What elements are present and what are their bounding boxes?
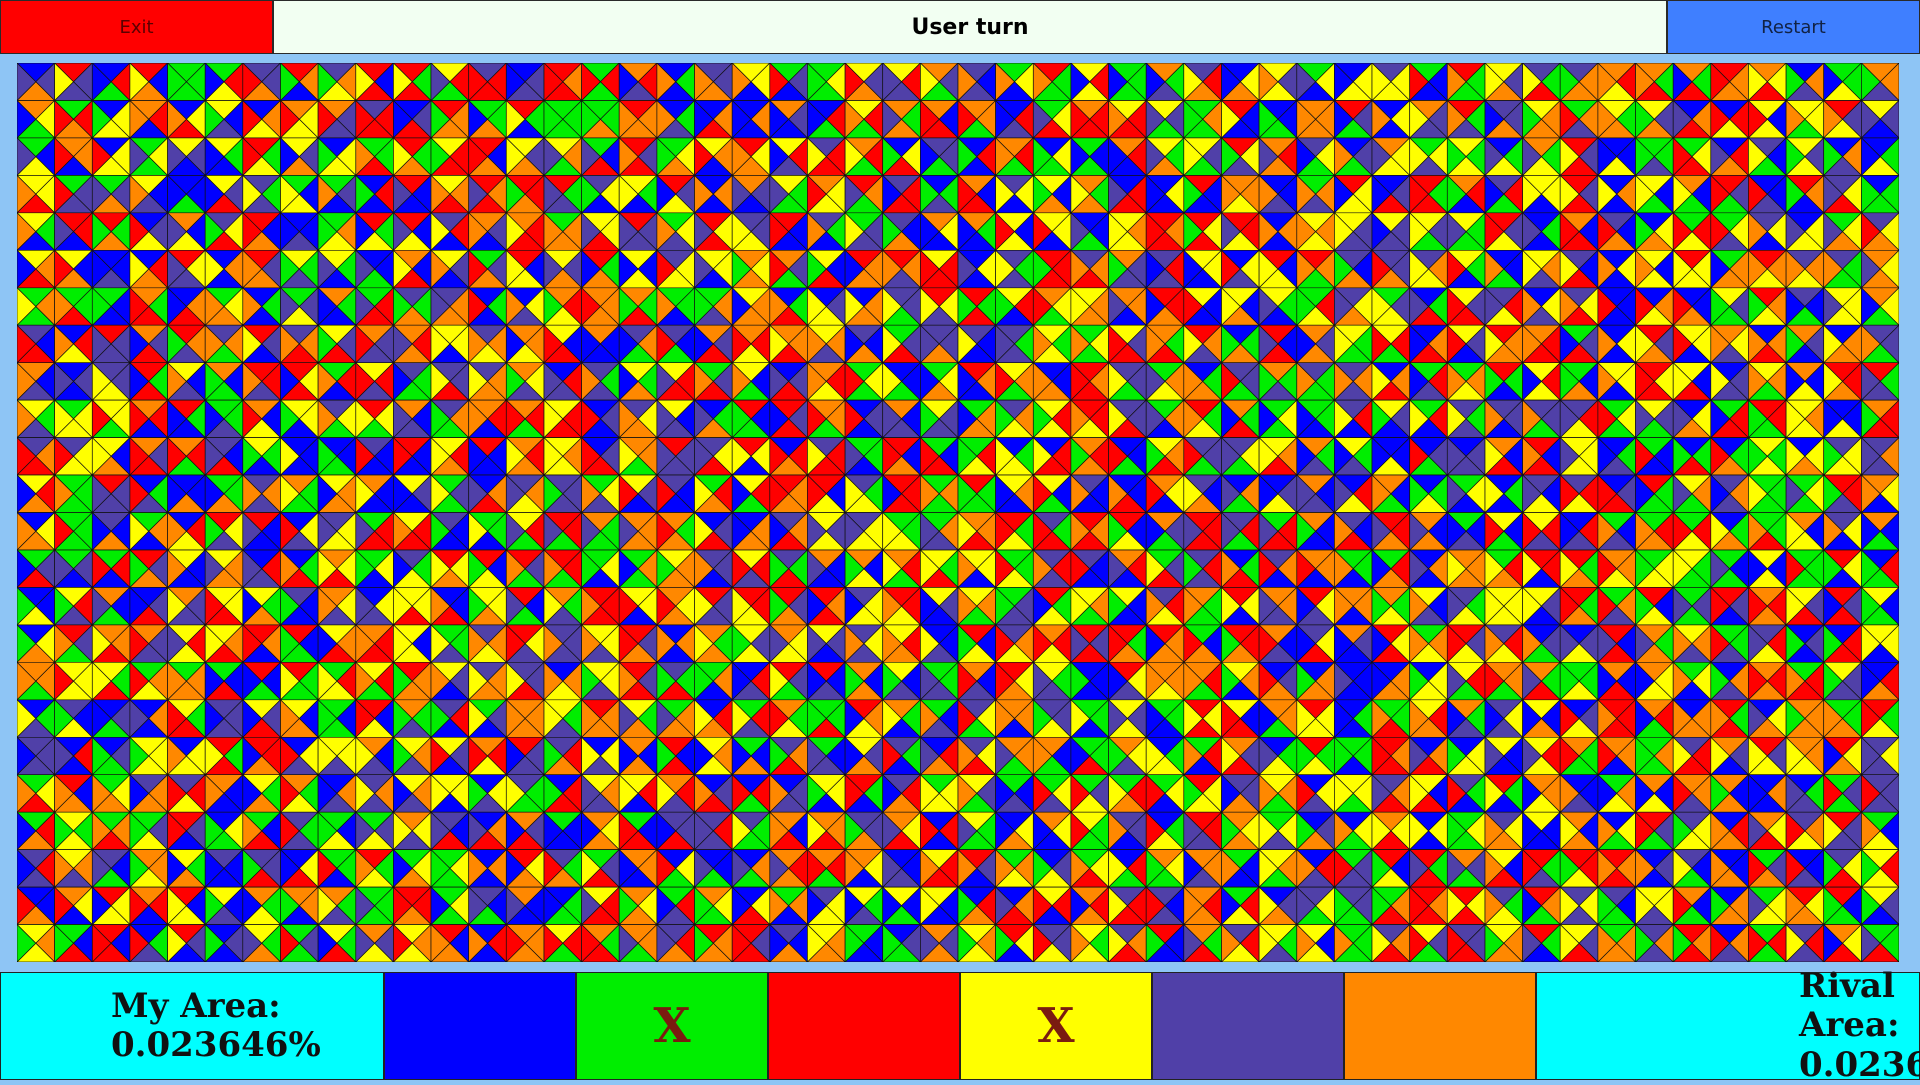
my-area-panel: My Area: 0.023646% — [0, 972, 384, 1080]
bottom-bar: My Area: 0.023646% X X Rival Area: 0.023… — [0, 967, 1920, 1084]
color-swatch-purple[interactable] — [1152, 972, 1344, 1080]
color-swatch-blue[interactable] — [384, 972, 576, 1080]
color-swatch-yellow[interactable]: X — [960, 972, 1152, 1080]
rival-area-label: Rival Area: — [1799, 966, 1900, 1046]
top-bar: Exit User turn Restart — [0, 0, 1920, 54]
color-swatch-green[interactable]: X — [576, 972, 768, 1080]
my-area-value: 0.023646% — [111, 1025, 321, 1065]
my-area-label: My Area: — [111, 985, 281, 1026]
game-board[interactable] — [17, 63, 1899, 962]
triangle-grid[interactable] — [17, 63, 1899, 962]
disabled-mark: X — [1037, 998, 1075, 1054]
rival-area-panel: Rival Area: 0.023646% — [1536, 967, 1920, 1084]
color-swatch-orange[interactable] — [1344, 972, 1536, 1080]
color-swatch-red[interactable] — [768, 972, 960, 1080]
rival-area-value: 0.023646% — [1799, 1044, 1920, 1085]
exit-button[interactable]: Exit — [0, 0, 273, 54]
turn-status: User turn — [273, 0, 1667, 54]
disabled-mark: X — [653, 998, 691, 1054]
restart-button[interactable]: Restart — [1667, 0, 1920, 54]
